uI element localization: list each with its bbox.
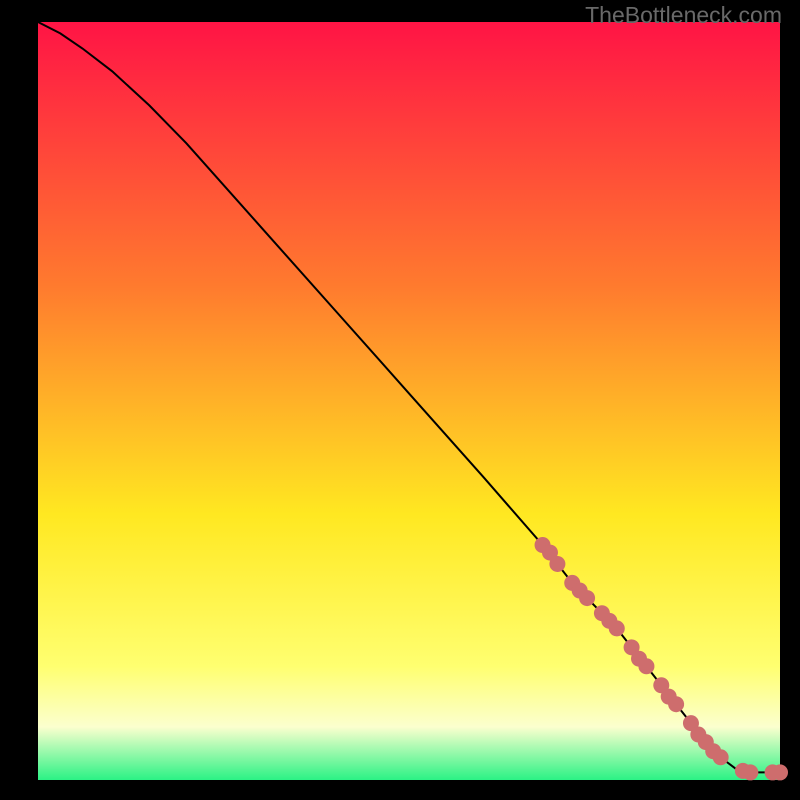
chart-svg [0, 0, 800, 800]
data-marker [742, 764, 758, 780]
watermark-text: TheBottleneck.com [585, 2, 782, 29]
plot-area [38, 22, 780, 780]
data-marker [772, 764, 788, 780]
